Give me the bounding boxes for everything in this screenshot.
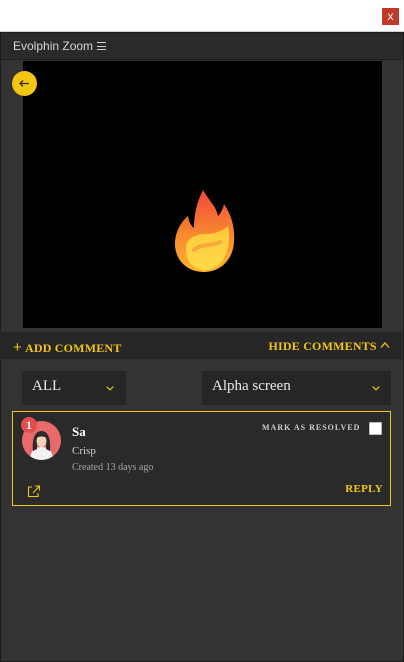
arrow-left-icon	[19, 80, 29, 87]
mark-resolved-label: MARK AS RESOLVED	[262, 423, 361, 432]
asset-filter-value: Alpha screen	[212, 378, 291, 394]
plus-icon: +	[13, 339, 22, 356]
add-comment-label: ADD COMMENT	[24, 341, 122, 355]
chevron-down-icon	[372, 386, 380, 391]
panel-title: Evolphin Zoom	[13, 39, 94, 53]
back-button[interactable]	[12, 71, 37, 96]
share-icon[interactable]	[27, 484, 41, 498]
comment-author: Sa	[72, 424, 86, 439]
asset-filter-dropdown[interactable]: Alpha screen	[202, 371, 391, 405]
panel-header: Evolphin Zoom	[1, 33, 403, 60]
hide-comments-button[interactable]: HIDE COMMENTS	[269, 339, 390, 354]
mark-resolved-checkbox[interactable]	[369, 422, 382, 435]
comment-text: Crisp	[72, 445, 96, 457]
fire-emoji	[175, 190, 235, 272]
status-filter-dropdown[interactable]: ALL	[22, 371, 126, 405]
chevron-down-icon	[106, 386, 114, 391]
add-comment-button[interactable]: + ADD COMMENT	[13, 339, 122, 356]
comment-card: 1 Sa Crisp Created 13 days ago MARK AS R…	[12, 411, 391, 506]
hide-comments-label: HIDE COMMENTS	[268, 339, 377, 353]
hamburger-menu-icon[interactable]	[97, 42, 106, 50]
comments-toolbar: + ADD COMMENT HIDE COMMENTS	[0, 332, 402, 359]
window-close-button[interactable]: x	[382, 8, 399, 25]
chevron-up-icon	[380, 342, 390, 348]
reply-button[interactable]: REPLY	[345, 483, 383, 495]
comment-timestamp: Created 13 days ago	[72, 462, 154, 473]
window-titlebar: x	[0, 0, 404, 32]
status-filter-value: ALL	[32, 378, 62, 394]
comment-number-badge: 1	[21, 417, 37, 433]
